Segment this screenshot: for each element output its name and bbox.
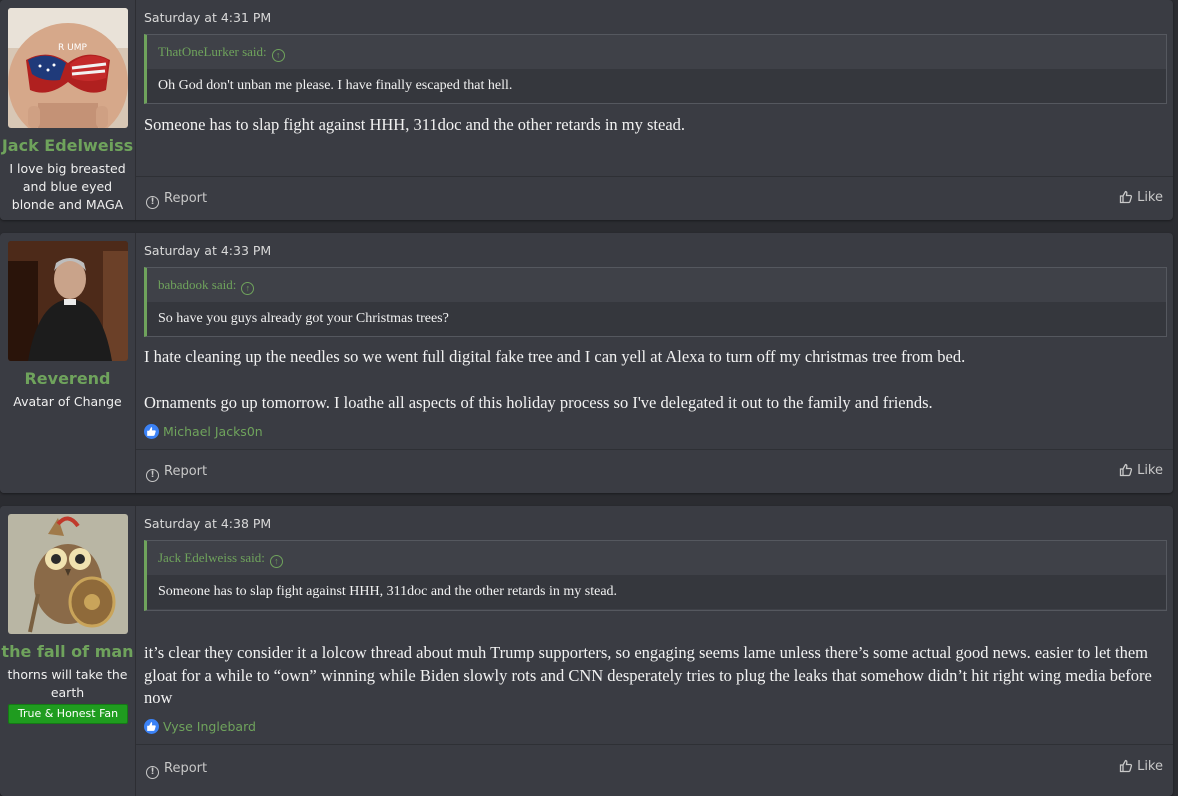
report-label: Report bbox=[164, 464, 208, 479]
avatar-image bbox=[8, 514, 128, 634]
report-button[interactable]: ! Report bbox=[146, 464, 207, 482]
like-label: Like bbox=[1137, 463, 1163, 478]
post-body: I hate cleaning up the needles so we wen… bbox=[144, 346, 1167, 414]
quote-header[interactable]: ThatOneLurker said: ↑ bbox=[147, 35, 1166, 69]
quote-text: Oh God don't unban me please. I have fin… bbox=[147, 69, 1166, 103]
report-button[interactable]: ! Report bbox=[146, 191, 207, 209]
thumbs-up-icon bbox=[1119, 190, 1133, 204]
like-label: Like bbox=[1137, 759, 1163, 774]
quote-block: ThatOneLurker said: ↑ Oh God don't unban … bbox=[144, 34, 1167, 104]
report-icon: ! bbox=[146, 469, 159, 482]
post-paragraph: Ornaments go up tomorrow. I loathe all a… bbox=[144, 392, 933, 412]
reactions-bar[interactable]: Vyse Inglebard bbox=[144, 718, 256, 736]
arrow-up-circle-icon[interactable]: ↑ bbox=[271, 49, 285, 62]
user-title: I love big breasted and blue eyed blonde… bbox=[9, 161, 126, 212]
post-paragraph: I hate cleaning up the needles so we wen… bbox=[144, 347, 966, 366]
arrow-up-circle-icon[interactable]: ↑ bbox=[241, 282, 255, 295]
like-button[interactable]: Like bbox=[1119, 463, 1163, 478]
user-banner: True & Honest Fan bbox=[8, 704, 128, 724]
quote-text: Someone has to slap fight against HHH, 3… bbox=[147, 575, 1166, 609]
user-title: thorns will take the earth bbox=[7, 667, 128, 700]
svg-text:R UMP: R UMP bbox=[58, 43, 87, 53]
thumbs-up-icon bbox=[1119, 463, 1133, 477]
avatar[interactable]: R UMP bbox=[8, 8, 128, 128]
post-footer: ! Report Like bbox=[136, 744, 1173, 789]
post-main: Saturday at 4:31 PM ThatOneLurker said: ↑… bbox=[136, 0, 1173, 220]
reactions-bar[interactable]: Michael Jacks0n bbox=[144, 423, 263, 441]
like-button[interactable]: Like bbox=[1119, 190, 1163, 205]
quote-header[interactable]: Jack Edelweiss said: ↑ bbox=[147, 541, 1166, 575]
post-paragraph: Someone has to slap fight against HHH, 3… bbox=[144, 115, 686, 134]
quote-author[interactable]: babadook said: bbox=[158, 277, 236, 292]
post-footer: ! Report Like bbox=[136, 176, 1173, 220]
user-info: R UMP Jack Edelweiss I love big breasted… bbox=[0, 0, 136, 220]
user-title: Avatar of Change bbox=[13, 394, 122, 409]
post-date[interactable]: Saturday at 4:38 PM bbox=[144, 516, 271, 531]
avatar[interactable] bbox=[8, 241, 128, 361]
reaction-users[interactable]: Michael Jacks0n bbox=[163, 424, 263, 439]
like-button[interactable]: Like bbox=[1119, 759, 1163, 774]
username[interactable]: Jack Edelweiss bbox=[0, 136, 135, 155]
report-icon: ! bbox=[146, 766, 159, 779]
username[interactable]: the fall of man bbox=[0, 642, 135, 661]
like-label: Like bbox=[1137, 190, 1163, 205]
post-date[interactable]: Saturday at 4:31 PM bbox=[144, 10, 271, 25]
report-icon: ! bbox=[146, 196, 159, 209]
post: the fall of man thorns will take the ear… bbox=[0, 506, 1173, 796]
quote-block: Jack Edelweiss said: ↑ Someone has to sla… bbox=[144, 540, 1167, 611]
quote-header[interactable]: babadook said: ↑ bbox=[147, 268, 1166, 302]
like-reaction-icon bbox=[144, 424, 159, 439]
post-footer: ! Report Like bbox=[136, 449, 1173, 493]
reaction-users[interactable]: Vyse Inglebard bbox=[163, 719, 256, 734]
post: R UMP Jack Edelweiss I love big breasted… bbox=[0, 0, 1173, 220]
post-main: Saturday at 4:33 PM babadook said: ↑ So h… bbox=[136, 233, 1173, 493]
post-date[interactable]: Saturday at 4:33 PM bbox=[144, 243, 271, 258]
post-body: Someone has to slap fight against HHH, 3… bbox=[144, 114, 1167, 137]
post-main: Saturday at 4:38 PM Jack Edelweiss said:… bbox=[136, 506, 1173, 796]
user-info: Reverend Avatar of Change bbox=[0, 233, 136, 493]
avatar-image: R UMP bbox=[8, 8, 128, 128]
thumbs-up-icon bbox=[1119, 759, 1133, 773]
username[interactable]: Reverend bbox=[0, 369, 135, 388]
report-label: Report bbox=[164, 191, 208, 206]
report-label: Report bbox=[164, 761, 208, 776]
arrow-up-circle-icon[interactable]: ↑ bbox=[269, 555, 283, 568]
post-paragraph: it’s clear they consider it a lolcow thr… bbox=[144, 643, 1152, 707]
like-reaction-icon bbox=[144, 719, 159, 734]
post: Reverend Avatar of Change Saturday at 4:… bbox=[0, 233, 1173, 493]
quote-author[interactable]: ThatOneLurker said: bbox=[158, 44, 267, 59]
avatar[interactable] bbox=[8, 514, 128, 634]
report-button[interactable]: ! Report bbox=[146, 761, 207, 779]
user-info: the fall of man thorns will take the ear… bbox=[0, 506, 136, 796]
quote-author[interactable]: Jack Edelweiss said: bbox=[158, 550, 265, 565]
post-body: it’s clear they consider it a lolcow thr… bbox=[144, 642, 1167, 710]
avatar-image bbox=[8, 241, 128, 361]
quote-text: So have you guys already got your Christ… bbox=[147, 302, 1166, 336]
quote-block: babadook said: ↑ So have you guys already… bbox=[144, 267, 1167, 337]
